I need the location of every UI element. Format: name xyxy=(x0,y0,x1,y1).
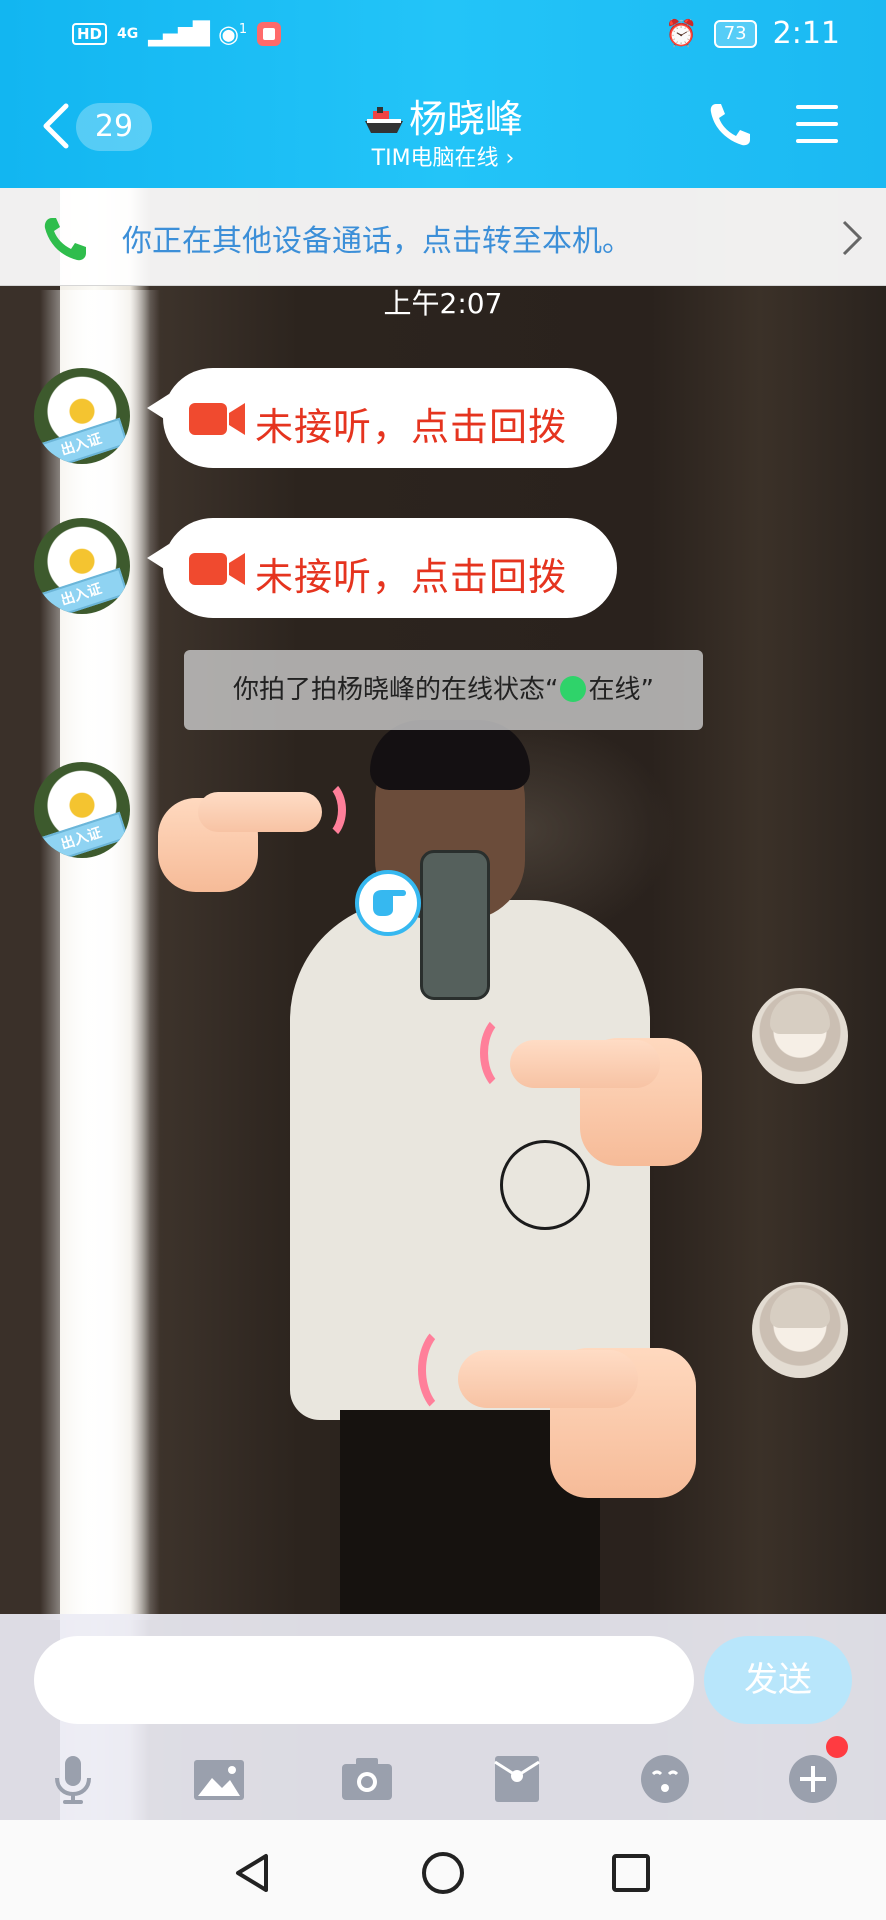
network-type: 4G xyxy=(117,26,139,42)
status-bar: HD 4G ▂▄▆█ ◉1 ⏰ 73 2:11 xyxy=(0,0,886,66)
home-circle-icon xyxy=(422,1852,464,1894)
recents-square-icon xyxy=(612,1854,650,1892)
message-timestamp: 上午2:07 xyxy=(383,287,503,320)
online-dot-icon xyxy=(560,675,587,702)
message-input[interactable] xyxy=(34,1636,694,1724)
back-triangle-icon xyxy=(236,1854,268,1892)
nav-home-button[interactable] xyxy=(418,1848,468,1898)
ship-icon xyxy=(364,106,403,133)
missed-call-text: 未接听，点击回拨 xyxy=(255,555,568,599)
contact-avatar[interactable]: 出入证 xyxy=(34,762,130,858)
missed-video-call-bubble[interactable]: 未接听，点击回拨 xyxy=(147,518,617,618)
call-banner-text: 你正在其他设备通话，点击转至本机。 xyxy=(122,224,632,259)
camera-icon xyxy=(342,1758,392,1800)
contact-avatar[interactable]: 出入证 xyxy=(34,368,130,464)
poke-system-message: 你拍了拍杨晓峰的在线状态“ 在线” xyxy=(184,650,703,730)
more-button[interactable] xyxy=(786,1752,840,1806)
contact-name: 杨晓峰 xyxy=(408,97,523,141)
hd-indicator: HD xyxy=(72,23,108,45)
missed-video-call-bubble[interactable]: 未接听，点击回拨 xyxy=(147,368,617,468)
signal-icon: ▂▄▆█ xyxy=(148,21,210,47)
input-area: 发送 xyxy=(0,1614,886,1820)
red-packet-icon xyxy=(494,1756,540,1802)
app-notification-icon xyxy=(257,22,282,46)
ongoing-call-banner[interactable]: 你正在其他设备通话，点击转至本机。 xyxy=(0,188,886,286)
input-toolbar xyxy=(0,1744,886,1814)
nav-recents-button[interactable] xyxy=(606,1848,656,1898)
mirror-light-strip xyxy=(40,290,160,1620)
my-avatar[interactable] xyxy=(752,988,848,1084)
poke-hand-sticker[interactable] xyxy=(158,778,346,894)
poke-icon[interactable] xyxy=(355,870,421,936)
phone-icon xyxy=(710,104,750,146)
hotspot-icon: ◉1 xyxy=(217,20,248,48)
nav-back-button[interactable] xyxy=(228,1848,278,1898)
video-camera-icon xyxy=(189,553,245,585)
voice-button[interactable] xyxy=(46,1752,100,1806)
phone-icon xyxy=(44,218,86,261)
video-camera-icon xyxy=(189,403,245,435)
alarm-icon: ⏰ xyxy=(665,18,698,49)
poke-hand-sticker[interactable] xyxy=(480,1010,710,1168)
camera-button[interactable] xyxy=(340,1752,394,1806)
hand-point-icon xyxy=(373,890,406,916)
emoji-button[interactable] xyxy=(638,1752,692,1806)
voice-call-button[interactable] xyxy=(706,100,754,150)
battery-indicator: 73 xyxy=(713,19,757,48)
missed-call-text: 未接听，点击回拨 xyxy=(255,405,568,449)
header-bar: HD 4G ▂▄▆█ ◉1 ⏰ 73 2:11 29 杨晓峰 TIM电脑在线 › xyxy=(0,0,886,188)
mic-icon xyxy=(55,1756,91,1804)
emoji-icon xyxy=(641,1755,689,1803)
image-button[interactable] xyxy=(192,1752,246,1806)
menu-button[interactable] xyxy=(796,105,838,145)
contact-avatar[interactable]: 出入证 xyxy=(34,518,130,614)
red-packet-button[interactable] xyxy=(490,1752,544,1806)
image-icon xyxy=(194,1760,244,1800)
clock: 2:11 xyxy=(772,16,840,51)
chevron-right-icon xyxy=(842,220,863,256)
my-avatar[interactable] xyxy=(752,1282,848,1378)
poke-hand-sticker[interactable] xyxy=(418,1318,696,1498)
plus-icon xyxy=(789,1755,837,1803)
send-button[interactable]: 发送 xyxy=(704,1636,852,1724)
system-nav-bar xyxy=(0,1820,886,1920)
notification-dot xyxy=(826,1736,848,1758)
